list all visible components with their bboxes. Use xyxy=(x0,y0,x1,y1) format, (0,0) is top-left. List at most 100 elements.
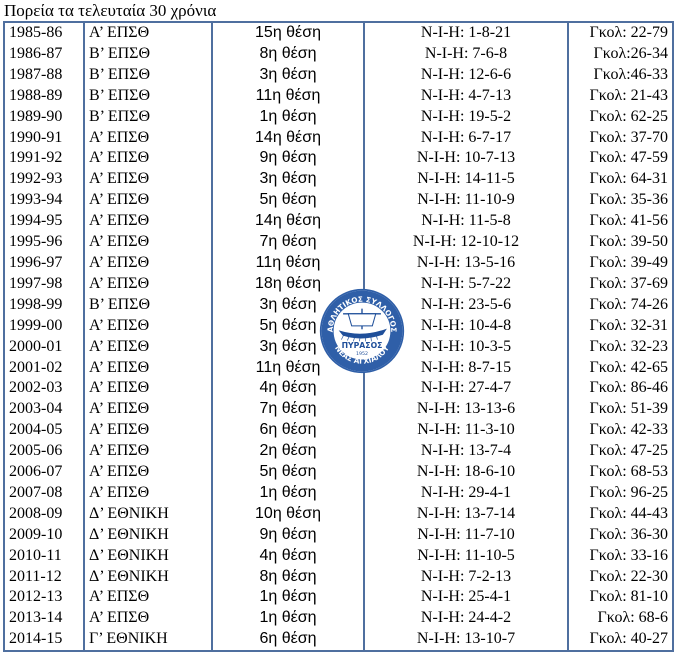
goals-cell: Γκολ: 37-69 xyxy=(567,273,674,295)
table-row: 2004-05 Α’ ΕΠΣΘ 6η θέση Ν-Ι-Η: 11-3-10 Γκολ:… xyxy=(3,420,674,442)
season-cell: 2003-04 xyxy=(3,399,85,421)
record-cell: Ν-Ι-Η: 11-3-10 xyxy=(363,420,569,442)
division-cell: Α’ ΕΠΣΘ xyxy=(83,608,213,630)
table-row: 1987-88 Β’ ΕΠΣΘ 3η θέση Ν-Ι-Η: 12-6-6 Γκολ:4… xyxy=(3,64,674,86)
division-cell: Α’ ΕΠΣΘ xyxy=(83,336,213,358)
season-cell: 2009-10 xyxy=(3,524,85,546)
goals-cell: Γκολ: 32-23 xyxy=(567,336,674,358)
division-cell: Β’ ΕΠΣΘ xyxy=(83,85,213,107)
position-cell: 8η θέση xyxy=(211,43,365,65)
table-row: 1986-87 Β’ ΕΠΣΘ 8η θέση Ν-Ι-Η: 7-6-8 Γκολ:26… xyxy=(3,43,674,65)
logo-year: 1952 xyxy=(356,351,368,357)
position-cell: 7η θέση xyxy=(211,232,365,253)
table-row: 2003-04 Α’ ΕΠΣΘ 7η θέση Ν-Ι-Η: 13-13-6 Γκολ:… xyxy=(3,399,674,421)
position-cell: 1η θέση xyxy=(211,608,365,630)
season-cell: 2012-13 xyxy=(3,587,85,609)
page-title: Πορεία τα τελευταία 30 χρόνια xyxy=(4,1,217,20)
season-cell: 1994-95 xyxy=(3,211,85,233)
division-cell: Α’ ΕΠΣΘ xyxy=(83,378,213,400)
record-cell: Ν-Ι-Η: 25-4-1 xyxy=(363,587,569,609)
division-cell: Α’ ΕΠΣΘ xyxy=(83,211,213,233)
record-cell: Ν-Ι-Η: 13-13-6 xyxy=(363,399,569,421)
division-cell: Α’ ΕΠΣΘ xyxy=(83,399,213,421)
position-cell: 6η θέση xyxy=(211,420,365,442)
season-cell: 2005-06 xyxy=(3,441,85,463)
season-cell: 2006-07 xyxy=(3,462,85,483)
table-row: 2013-14 Α’ ΕΠΣΘ 1η θέση Ν-Ι-Η: 24-4-2 Γκολ: … xyxy=(3,608,674,630)
division-cell: Α’ ΕΠΣΘ xyxy=(83,441,213,463)
goals-cell: Γκολ: 96-25 xyxy=(567,482,674,504)
division-cell: Α’ ΕΠΣΘ xyxy=(83,273,213,295)
record-cell: Ν-Ι-Η: 13-7-14 xyxy=(363,503,569,525)
division-cell: Α’ ΕΠΣΘ xyxy=(83,22,213,44)
position-cell: 1η θέση xyxy=(211,587,365,609)
season-cell: 1990-91 xyxy=(3,127,85,149)
record-cell: Ν-Ι-Η: 12-6-6 xyxy=(363,64,569,86)
record-cell: Ν-Ι-Η: 24-4-2 xyxy=(363,608,569,630)
position-cell: 3η θέση xyxy=(211,64,365,86)
goals-cell: Γκολ: 68-6 xyxy=(567,608,674,630)
position-cell: 5η θέση xyxy=(211,462,365,483)
record-cell: Ν-Ι-Η: 18-6-10 xyxy=(363,462,569,483)
position-cell: 4η θέση xyxy=(211,378,365,400)
record-cell: Ν-Ι-Η: 13-10-7 xyxy=(363,629,569,652)
goals-cell: Γκολ: 21-43 xyxy=(567,85,674,107)
table-row: 1994-95 Α’ ΕΠΣΘ 14η θέση Ν-Ι-Η: 11-5-8 Γκολ:… xyxy=(3,211,674,233)
goals-cell: Γκολ: 42-33 xyxy=(567,420,674,442)
division-cell: Β’ ΕΠΣΘ xyxy=(83,294,213,316)
division-cell: Α’ ΕΠΣΘ xyxy=(83,357,213,379)
division-cell: Α’ ΕΠΣΘ xyxy=(83,148,213,170)
division-cell: Α’ ΕΠΣΘ xyxy=(83,315,213,337)
season-cell: 1991-92 xyxy=(3,148,85,170)
position-cell: 1η θέση xyxy=(211,106,365,128)
season-cell: 1997-98 xyxy=(3,273,85,295)
goals-cell: Γκολ: 86-46 xyxy=(567,378,674,400)
division-cell: Δ’ ΕΘΝΙΚΗ xyxy=(83,524,213,546)
record-cell: Ν-Ι-Η: 11-10-9 xyxy=(363,190,569,212)
record-cell: Ν-Ι-Η: 29-4-1 xyxy=(363,482,569,504)
season-cell: 2001-02 xyxy=(3,357,85,379)
position-cell: 11η θέση xyxy=(211,85,365,107)
division-cell: Α’ ΕΠΣΘ xyxy=(83,482,213,504)
record-cell: Ν-Ι-Η: 14-11-5 xyxy=(363,169,569,191)
goals-cell: Γκολ: 33-16 xyxy=(567,545,674,567)
record-cell: Ν-Ι-Η: 13-7-4 xyxy=(363,441,569,463)
record-cell: Ν-Ι-Η: 10-7-13 xyxy=(363,148,569,170)
season-cell: 2008-09 xyxy=(3,503,85,525)
table-row: 2011-12 Δ’ ΕΘΝΙΚΗ 8η θέση Ν-Ι-Η: 7-2-13 Γκολ… xyxy=(3,566,674,588)
goals-cell: Γκολ: 32-31 xyxy=(567,315,674,337)
season-cell: 2004-05 xyxy=(3,420,85,442)
position-cell: 11η θέση xyxy=(211,252,365,274)
goals-cell: Γκολ: 74-26 xyxy=(567,294,674,316)
goals-cell: Γκολ: 44-43 xyxy=(567,503,674,525)
goals-cell: Γκολ:26-34 xyxy=(567,43,674,65)
season-cell: 1998-99 xyxy=(3,294,85,316)
season-cell: 2007-08 xyxy=(3,482,85,504)
position-cell: 4η θέση xyxy=(211,545,365,567)
goals-cell: Γκολ: 39-49 xyxy=(567,252,674,274)
position-cell: 9η θέση xyxy=(211,524,365,546)
table-row: 2010-11 Δ’ ΕΘΝΙΚΗ 4η θέση Ν-Ι-Η: 11-10-5 Γκο… xyxy=(3,545,674,567)
season-cell: 1988-89 xyxy=(3,85,85,107)
division-cell: Α’ ΕΠΣΘ xyxy=(83,252,213,274)
goals-cell: Γκολ: 68-53 xyxy=(567,462,674,483)
position-cell: 7η θέση xyxy=(211,399,365,421)
record-cell: Ν-Ι-Η: 1-8-21 xyxy=(363,22,569,44)
position-cell: 2η θέση xyxy=(211,441,365,463)
season-cell: 1992-93 xyxy=(3,169,85,191)
goals-cell: Γκολ: 22-79 xyxy=(567,22,674,44)
division-cell: Β’ ΕΠΣΘ xyxy=(83,106,213,128)
season-cell: 2013-14 xyxy=(3,608,85,630)
season-cell: 1995-96 xyxy=(3,232,85,253)
table-row: 1990-91 Α’ ΕΠΣΘ 14η θέση Ν-Ι-Η: 6-7-17 Γκολ:… xyxy=(3,127,674,149)
record-cell: Ν-Ι-Η: 13-5-16 xyxy=(363,252,569,274)
season-cell: 2000-01 xyxy=(3,336,85,358)
table-row: 2005-06 Α’ ΕΠΣΘ 2η θέση Ν-Ι-Η: 13-7-4 Γκολ: … xyxy=(3,441,674,463)
division-cell: Γ’ ΕΘΝΙΚΗ xyxy=(83,629,213,652)
division-cell: Α’ ΕΠΣΘ xyxy=(83,169,213,191)
table-row: 2009-10 Δ’ ΕΘΝΙΚΗ 9η θέση Ν-Ι-Η: 11-7-10 Γκο… xyxy=(3,524,674,546)
goals-cell: Γκολ: 22-30 xyxy=(567,566,674,588)
position-cell: 15η θέση xyxy=(211,22,365,44)
record-cell: Ν-Ι-Η: 11-7-10 xyxy=(363,524,569,546)
position-cell: 5η θέση xyxy=(211,190,365,212)
